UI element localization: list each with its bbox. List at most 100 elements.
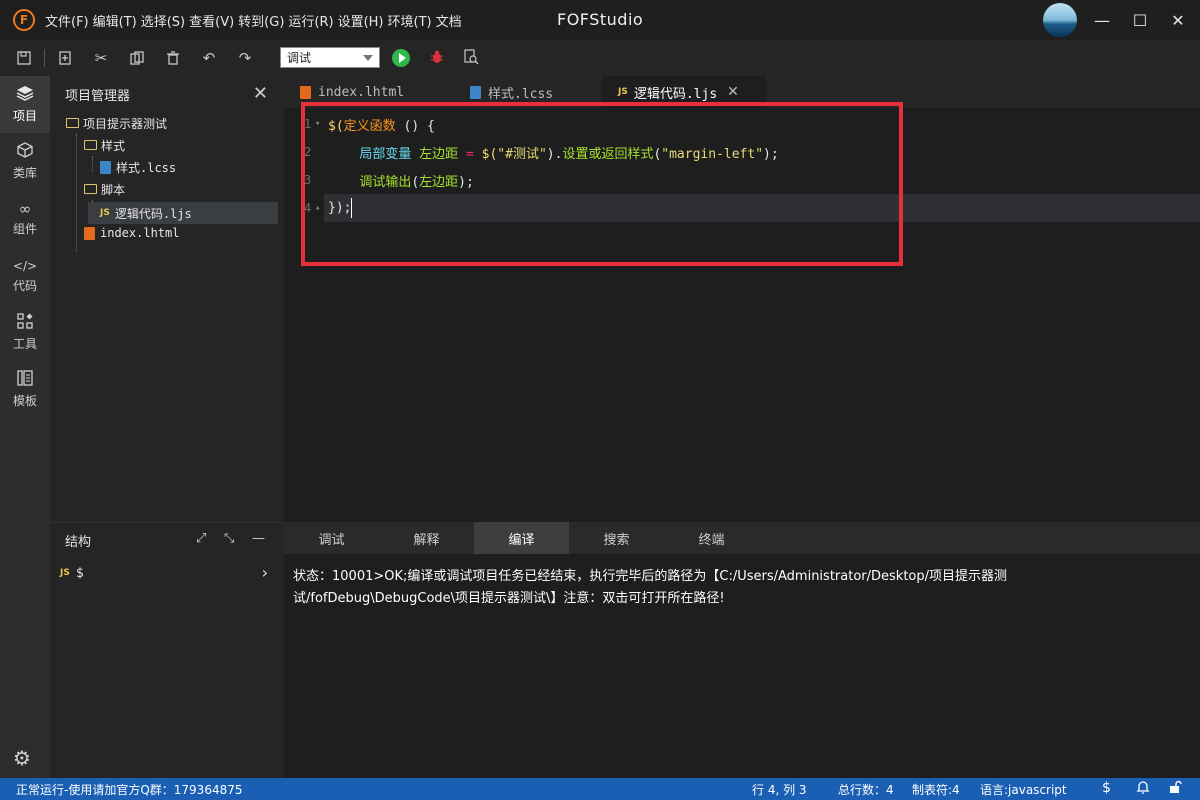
tree-item-label: 样式.lcss — [116, 160, 177, 175]
menu-run[interactable]: 运行(R) — [288, 11, 333, 30]
copy-icon[interactable] — [119, 40, 155, 76]
status-bar: 正常运行-使用请加官方Q群：179364875 行 4, 列 3 总行数：4 制… — [0, 778, 1200, 800]
tab-compile[interactable]: 编译 — [474, 522, 569, 554]
bottom-panel-tabs: 调试 解释 编译 搜索 终端 — [284, 522, 1200, 554]
menu-file[interactable]: 文件(F) — [45, 11, 89, 30]
structure-panel-title: 结构 — [65, 534, 92, 550]
save-icon[interactable] — [6, 40, 42, 76]
tab-terminal[interactable]: 终端 — [664, 522, 759, 554]
activity-item-label: 工具 — [12, 337, 37, 351]
activity-item-label: 组件 — [12, 221, 37, 236]
close-icon[interactable]: ✕ — [253, 83, 268, 104]
delete-icon[interactable] — [155, 40, 191, 76]
menu-select[interactable]: 选择(S) — [141, 11, 185, 30]
dollar-icon[interactable]: $ — [1102, 780, 1111, 796]
activity-item-label: 模板 — [12, 394, 37, 408]
tree-item-root-folder[interactable]: 项目提示器测试 — [66, 112, 276, 134]
avatar[interactable] — [1043, 3, 1077, 37]
tools-icon — [17, 313, 33, 332]
expand-icon[interactable]: ⤢ — [196, 531, 206, 546]
new-file-icon[interactable] — [47, 40, 83, 76]
app-title: FOFStudio — [557, 10, 644, 29]
activity-item-label: 代码 — [12, 278, 37, 293]
tree-item-scripts-folder[interactable]: 脚本 — [84, 178, 276, 200]
layers-icon — [16, 85, 34, 104]
collapse-icon[interactable]: ⤡ — [224, 531, 234, 546]
activity-item-components[interactable]: ∞ 组件 — [0, 190, 50, 247]
html-file-icon — [84, 226, 95, 240]
highlight-annotation — [301, 102, 903, 266]
tab-size[interactable]: 制表符:4 — [912, 781, 960, 798]
activity-item-library[interactable]: 类库 — [0, 133, 50, 190]
tree-item-index-file[interactable]: index.lhtml — [84, 222, 276, 244]
template-icon — [17, 370, 33, 389]
unlock-icon[interactable] — [1168, 780, 1182, 798]
close-icon[interactable]: ✕ — [727, 84, 739, 100]
activity-item-tools[interactable]: 工具 — [0, 304, 50, 361]
menu-environment[interactable]: 环境(T) — [388, 11, 432, 30]
js-file-icon: JS — [100, 208, 110, 218]
tree-item-label: 样式 — [101, 138, 126, 153]
menu-view[interactable]: 查看(V) — [189, 11, 234, 30]
tree-item-logic-file[interactable]: JS 逻辑代码.ljs — [88, 202, 278, 224]
search-doc-icon[interactable] — [462, 48, 480, 66]
toolbar: ✂ ↶ ↷ — [0, 40, 1200, 76]
tab-search[interactable]: 搜索 — [569, 522, 664, 554]
output-console[interactable]: 状态：10001>OK;编译或调试项目任务已经结束，执行完毕后的路径为【C:/U… — [284, 554, 1200, 778]
chevron-down-icon — [363, 54, 373, 61]
maximize-button[interactable]: ☐ — [1128, 8, 1152, 32]
menu-goto[interactable]: 转到(G) — [238, 11, 284, 30]
status-message: 正常运行-使用请加官方Q群：179364875 — [16, 783, 243, 797]
tab-interpret[interactable]: 解释 — [379, 522, 474, 554]
menu-settings[interactable]: 设置(H) — [338, 11, 384, 30]
structure-item-label: $ — [75, 565, 84, 581]
bug-icon[interactable] — [428, 48, 446, 66]
activity-bar: 项目 类库 ∞ 组件 </> 代码 工具 模板 — [0, 76, 50, 778]
project-panel-title: 项目管理器 — [65, 88, 131, 104]
tree-item-label: 项目提示器测试 — [83, 116, 168, 131]
close-button[interactable]: ✕ — [1166, 8, 1190, 32]
title-bar: F 文件(F) 编辑(T) 选择(S) 查看(V) 转到(G) 运行(R) 设置… — [0, 0, 1200, 40]
activity-item-project[interactable]: 项目 — [0, 76, 50, 133]
app-logo: F — [13, 9, 35, 31]
mode-select-value: 调试 — [287, 51, 312, 65]
folder-icon — [84, 140, 97, 150]
activity-item-label: 项目 — [12, 109, 37, 123]
js-file-icon: JS — [618, 87, 628, 97]
html-file-icon — [300, 85, 311, 99]
menu-bar: 文件(F) 编辑(T) 选择(S) 查看(V) 转到(G) 运行(R) 设置(H… — [45, 11, 466, 30]
tree-item-label: 逻辑代码.ljs — [114, 206, 192, 221]
undo-icon[interactable]: ↶ — [191, 40, 227, 76]
cursor-position[interactable]: 行 4, 列 3 — [752, 781, 807, 798]
play-icon[interactable] — [392, 49, 410, 67]
mode-select[interactable]: 调试 — [280, 47, 380, 68]
redo-icon[interactable]: ↷ — [227, 40, 263, 76]
minimize-panel-icon[interactable]: — — [252, 531, 265, 546]
activity-item-label: 类库 — [12, 166, 37, 180]
cut-icon[interactable]: ✂ — [83, 40, 119, 76]
menu-edit[interactable]: 编辑(T) — [93, 11, 137, 30]
language-mode[interactable]: 语言:javascript — [980, 781, 1067, 798]
css-file-icon — [470, 85, 481, 99]
tab-label: index.lhtml — [318, 84, 405, 100]
tree-item-style-file[interactable]: 样式.lcss — [100, 156, 276, 178]
line-count: 总行数：4 — [838, 783, 894, 797]
tree-guide — [76, 134, 77, 252]
menu-docs[interactable]: 文档 — [436, 11, 462, 30]
minimize-button[interactable]: — — [1090, 8, 1114, 32]
cube-icon — [17, 142, 33, 161]
structure-panel: 结构 ⤢ ⤡ — JS $ › — [50, 522, 284, 778]
structure-item[interactable]: JS $ › — [60, 563, 274, 583]
activity-item-code[interactable]: </> 代码 — [0, 247, 50, 304]
project-panel: 项目管理器 ✕ 项目提示器测试 样式 样式.lcss 脚本 JS 逻辑代码.lj… — [50, 76, 284, 522]
bell-icon[interactable] — [1136, 780, 1150, 798]
infinity-icon: ∞ — [18, 199, 32, 218]
gear-icon[interactable]: ⚙ — [10, 746, 34, 770]
js-badge: JS — [60, 568, 70, 578]
tab-debug[interactable]: 调试 — [284, 522, 379, 554]
folder-icon — [84, 184, 97, 194]
chevron-right-icon[interactable]: › — [262, 563, 268, 582]
tree-item-label: 脚本 — [101, 182, 126, 197]
activity-item-templates[interactable]: 模板 — [0, 361, 50, 418]
tree-item-styles-folder[interactable]: 样式 — [84, 134, 276, 156]
